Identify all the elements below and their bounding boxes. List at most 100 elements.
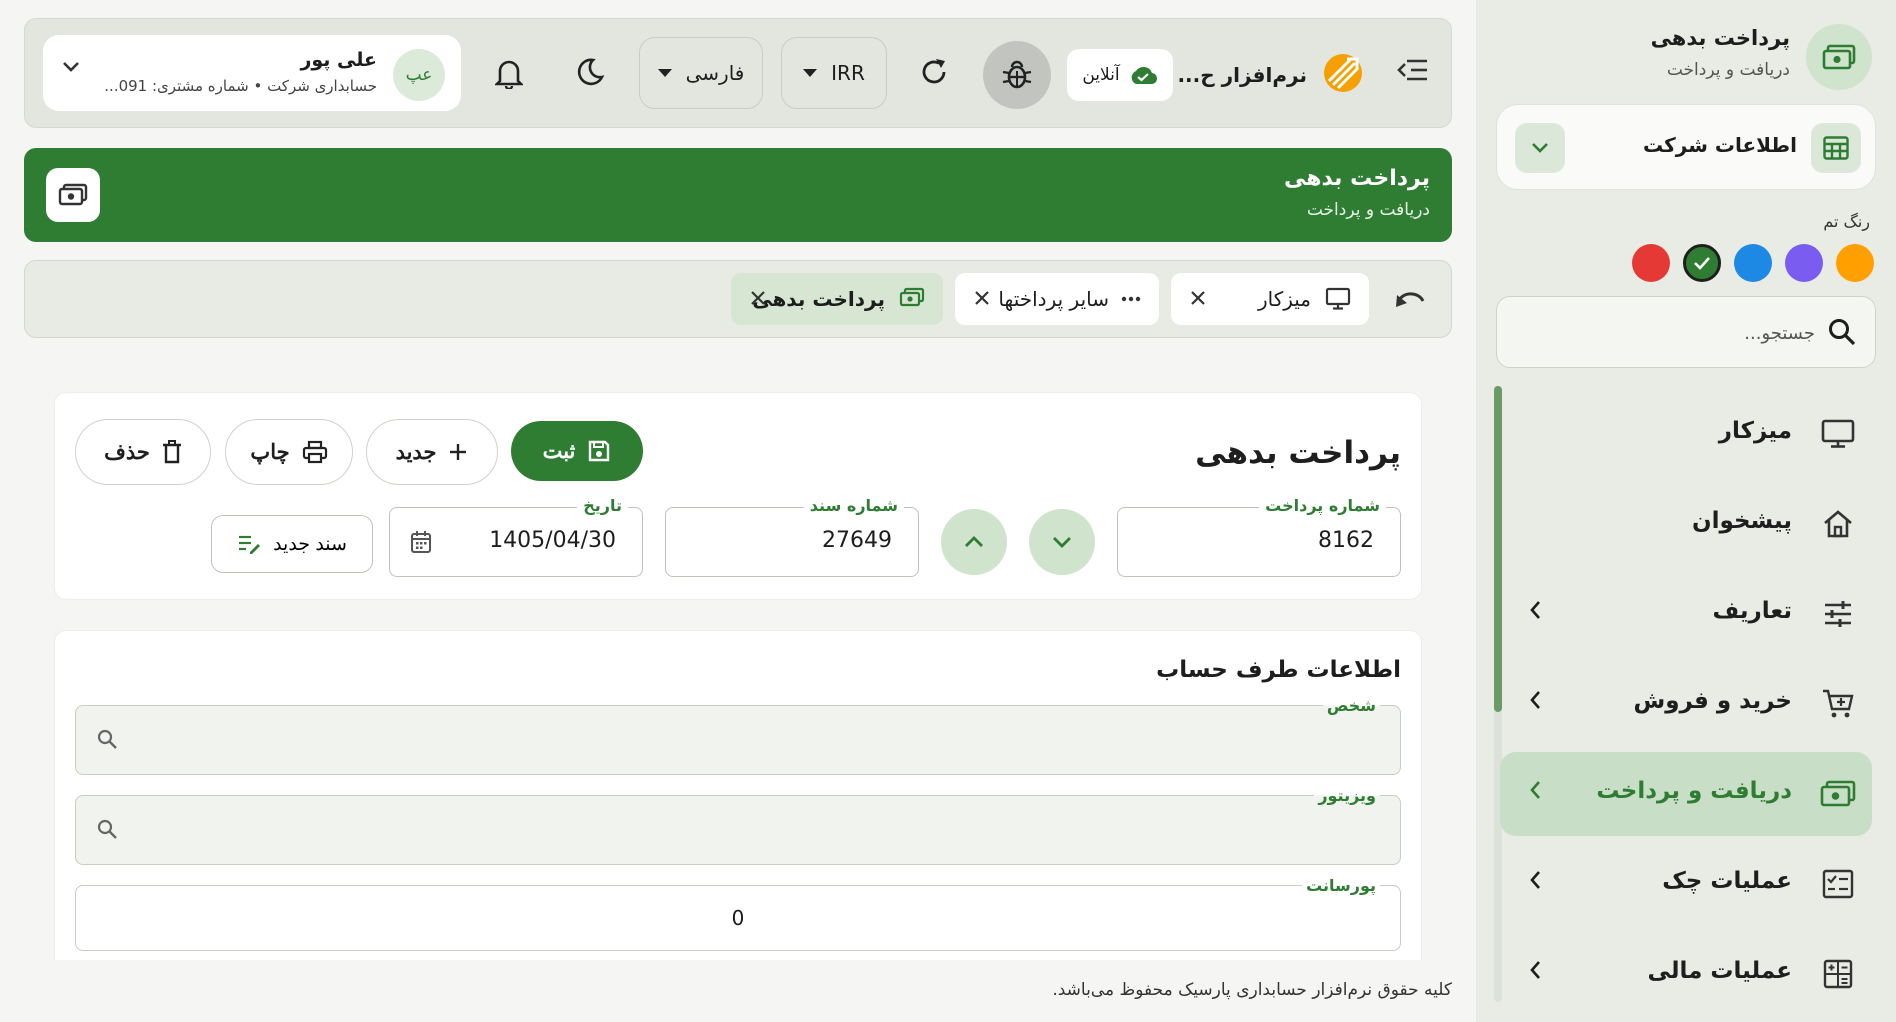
tab-label: سایر پرداختها: [998, 287, 1109, 311]
chevron-left-icon: [1530, 961, 1540, 979]
home-icon: [1818, 504, 1858, 544]
sidebar-item-label: عملیات چک: [1662, 868, 1792, 894]
payment-form-card: پرداخت بدهی ثبت جدید چاپ حذف شماره پرداخ…: [54, 392, 1422, 600]
sidebar-item-dashboard[interactable]: پیشخوان: [1500, 482, 1872, 566]
tune-icon: [1818, 594, 1858, 634]
dark-mode-icon[interactable]: [575, 57, 605, 87]
print-button-label: چاپ: [250, 440, 290, 464]
user-menu[interactable]: عپ علی پور حسابداری شرکت • شماره مشتری: …: [43, 35, 461, 111]
debug-button[interactable]: [983, 41, 1051, 109]
sidebar: پرداخت بدهی دریافت و پرداخت اطلاعات شرکت…: [1476, 0, 1896, 1022]
open-tabs-bar: میزکار سایر پرداختها پرداخت بدهی: [24, 260, 1452, 338]
sidebar-header: پرداخت بدهی دریافت و پرداخت: [1500, 20, 1872, 92]
tab-label: میزکار: [1257, 287, 1311, 311]
theme-swatch-purple[interactable]: [1785, 244, 1823, 282]
calculator-icon: [1818, 954, 1858, 994]
cash-icon: [1818, 774, 1858, 814]
person-label: شخص: [1322, 696, 1380, 715]
sidebar-item-desktop[interactable]: میزکار: [1500, 392, 1872, 476]
theme-swatch-green[interactable]: [1683, 244, 1721, 282]
visitor-field[interactable]: ویزیتور: [75, 786, 1401, 865]
cash-icon: [1806, 24, 1872, 90]
date-field[interactable]: تاریخ 1405/04/30: [389, 496, 643, 577]
calendar-icon[interactable]: [410, 530, 432, 554]
document-number-field[interactable]: شماره سند 27649: [665, 496, 919, 577]
search-icon: [97, 819, 117, 839]
close-icon[interactable]: [749, 289, 767, 307]
new-document-label: سند جدید: [273, 533, 347, 555]
commission-label: پورسانت: [1302, 876, 1380, 895]
edit-list-icon: [239, 535, 261, 554]
menu-collapse-icon[interactable]: [1397, 55, 1429, 85]
monitor-icon: [1818, 414, 1858, 454]
page-banner: پرداخت بدهی دریافت و پرداخت: [24, 148, 1452, 242]
sidebar-item-buy-sell[interactable]: خرید و فروش: [1500, 662, 1872, 746]
tab-label: پرداخت بدهی: [752, 287, 885, 311]
sidebar-item-check-operations[interactable]: عملیات چک: [1500, 842, 1872, 926]
company-info-card[interactable]: اطلاعات شرکت: [1496, 104, 1876, 190]
new-button[interactable]: جدید: [366, 419, 498, 485]
sidebar-item-label: عملیات مالی: [1647, 958, 1792, 984]
close-icon[interactable]: [973, 289, 991, 307]
theme-swatch-blue[interactable]: [1734, 244, 1772, 282]
check-icon: [1694, 257, 1710, 270]
payment-number-value: 8162: [1318, 528, 1374, 553]
language-select[interactable]: فارسی: [639, 37, 763, 109]
caret-down-icon: [803, 69, 818, 77]
search-icon: [97, 729, 117, 749]
user-name: علی پور: [300, 49, 377, 71]
commission-value: 0: [731, 906, 745, 930]
sidebar-item-receive-pay[interactable]: دریافت و پرداخت: [1500, 752, 1872, 836]
close-icon[interactable]: [1189, 289, 1207, 307]
chevron-left-icon: [1530, 691, 1540, 709]
print-button[interactable]: چاپ: [225, 419, 353, 485]
language-value: فارسی: [685, 61, 745, 85]
spreadsheet-icon: [1811, 123, 1861, 173]
sidebar-item-label: میزکار: [1718, 418, 1792, 444]
footer-copyright: کلیه حقوق نرم‌افزار حسابداری پارسیک محفو…: [1052, 980, 1452, 1000]
save-button[interactable]: ثبت: [511, 421, 643, 481]
new-document-button[interactable]: سند جدید: [211, 515, 373, 573]
sidebar-item-financial-operations[interactable]: عملیات مالی: [1500, 932, 1872, 1016]
payment-number-field[interactable]: شماره پرداخت 8162: [1117, 496, 1401, 577]
chevron-left-icon: [1530, 601, 1540, 619]
commission-field[interactable]: پورسانت 0: [75, 876, 1401, 951]
delete-button[interactable]: حذف: [75, 419, 211, 485]
redo-icon[interactable]: [1393, 285, 1427, 313]
next-record-button[interactable]: [1029, 509, 1095, 575]
company-expand-button[interactable]: [1515, 123, 1565, 173]
chevron-down-icon: [1532, 143, 1548, 153]
app-logo-icon: [1324, 54, 1362, 92]
tab-other-payments[interactable]: سایر پرداختها: [955, 273, 1159, 325]
tab-debt-payment[interactable]: پرداخت بدهی: [731, 273, 943, 325]
banner-title: پرداخت بدهی: [1283, 166, 1430, 191]
tab-desktop[interactable]: میزکار: [1171, 273, 1369, 325]
sidebar-item-definitions[interactable]: تعاریف: [1500, 572, 1872, 656]
visitor-label: ویزیتور: [1314, 786, 1380, 805]
previous-record-button[interactable]: [941, 509, 1007, 575]
chevron-left-icon: [1530, 781, 1540, 799]
date-value: 1405/04/30: [489, 528, 616, 553]
currency-select[interactable]: IRR: [781, 37, 887, 109]
cash-icon: [899, 287, 925, 307]
theme-color-label: رنگ تم: [1823, 212, 1870, 231]
caret-down-icon: [657, 69, 672, 77]
sidebar-item-label: پیشخوان: [1692, 508, 1792, 534]
online-status-badge: آنلاین: [1067, 49, 1173, 101]
save-icon: [589, 440, 610, 462]
banner-subtitle: دریافت و پرداخت: [1306, 200, 1430, 220]
notification-bell-icon[interactable]: [495, 57, 523, 89]
theme-swatch-orange[interactable]: [1836, 244, 1874, 282]
theme-swatch-red[interactable]: [1632, 244, 1670, 282]
refresh-icon[interactable]: [919, 57, 949, 87]
theme-swatches: [1632, 244, 1874, 282]
date-label: تاریخ: [577, 496, 628, 515]
cart-icon: [1818, 684, 1858, 724]
person-field[interactable]: شخص: [75, 696, 1401, 775]
payment-number-label: شماره پرداخت: [1259, 496, 1386, 515]
printer-icon: [302, 440, 327, 464]
chevron-down-icon: [63, 62, 79, 72]
avatar: عپ: [393, 49, 445, 101]
sidebar-header-title: پرداخت بدهی: [1650, 26, 1790, 50]
sidebar-search-input[interactable]: [1535, 311, 1815, 355]
